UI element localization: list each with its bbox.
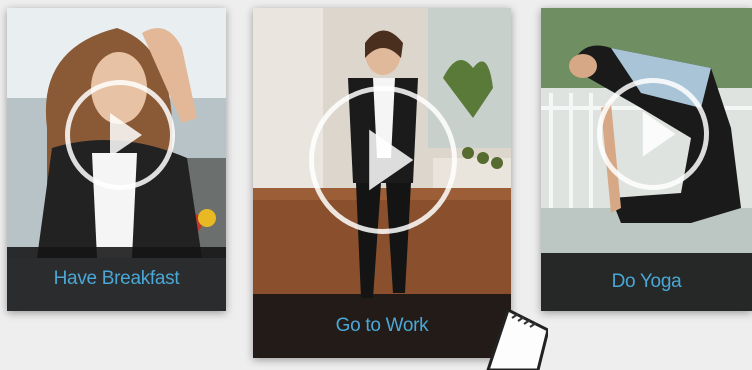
- play-button[interactable]: [309, 86, 457, 234]
- play-icon: [642, 111, 676, 157]
- play-icon: [110, 113, 142, 157]
- card-caption: Go to Work: [253, 294, 511, 358]
- card-title: Have Breakfast: [53, 268, 180, 289]
- play-button[interactable]: [597, 78, 709, 190]
- video-card-do-yoga[interactable]: Do Yoga: [541, 8, 752, 311]
- notebook-decoration: [486, 310, 548, 370]
- play-icon: [369, 129, 414, 191]
- play-button[interactable]: [65, 80, 175, 190]
- card-caption: Have Breakfast: [7, 247, 226, 311]
- card-caption: Do Yoga: [541, 253, 752, 311]
- video-card-have-breakfast[interactable]: Have Breakfast: [7, 8, 226, 311]
- card-title: Go to Work: [335, 315, 429, 336]
- card-title: Do Yoga: [611, 271, 682, 292]
- video-card-go-to-work[interactable]: Go to Work: [253, 8, 511, 358]
